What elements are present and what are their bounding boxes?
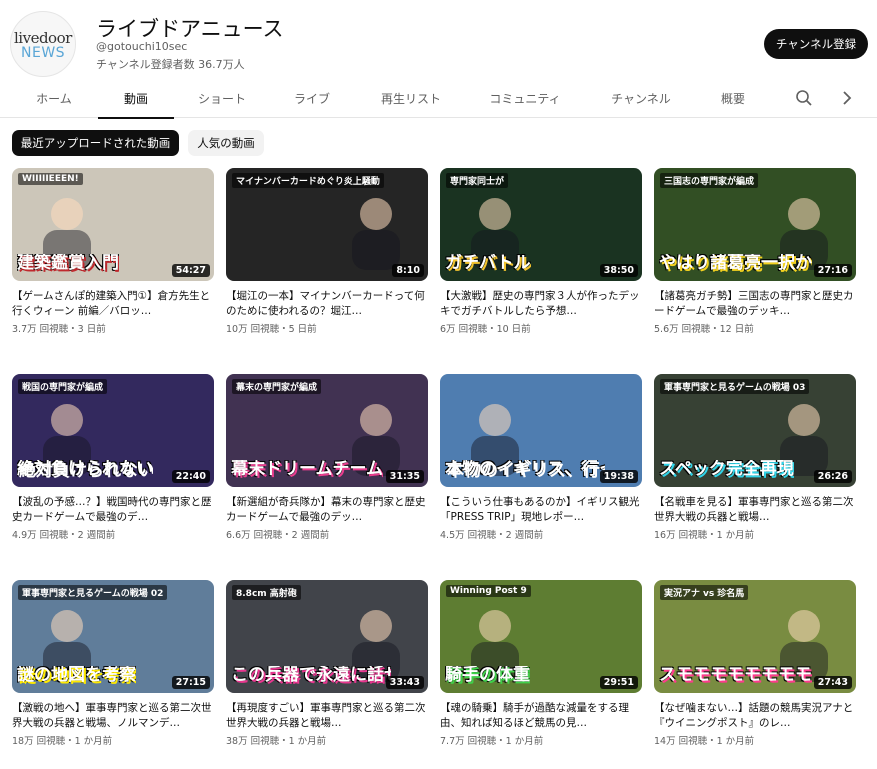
channel-header: livedoor NEWS ライブドアニュース @gotouchi10sec チ… (0, 0, 877, 77)
video-duration: 22:40 (171, 470, 210, 483)
thumbnail-headline: 謎の地図を考察 (17, 666, 136, 685)
thumbnail-caption: 実況アナ vs 珍名馬 (660, 585, 749, 600)
thumbnail-caption: マイナンバーカードめぐり炎上騒動 (232, 173, 384, 188)
video-thumbnail[interactable]: 軍事専門家と見るゲームの戦場 02 謎の地図を考察 27:15 (12, 580, 214, 693)
avatar-logo-line2: NEWS (21, 45, 66, 61)
video-metadata: 5.6万 回視聴・12 日前 (654, 324, 754, 335)
video-title[interactable]: 【波乱の予感…？】戦国時代の専門家と歴史カードゲームで最強のデ… (12, 495, 214, 525)
video-metadata: 16万 回視聴・1 か月前 (654, 530, 755, 541)
tab-videos[interactable]: 動画 (98, 78, 174, 119)
video-duration: 33:43 (385, 676, 424, 689)
video-thumbnail[interactable]: 実況アナ vs 珍名馬スモモモモモモモモ 27:43 (654, 580, 856, 693)
tab-home[interactable]: ホーム (18, 78, 90, 118)
video-title[interactable]: 【大激戦】歴史の専門家３人が作ったデッキでガチバトルしたら予想… (440, 289, 642, 319)
search-icon[interactable] (794, 88, 814, 108)
video-title[interactable]: 【名戦車を見る】軍事専門家と巡る第二次世界大戦の兵器と戦場… (654, 495, 856, 525)
thumbnail-caption: 8.8cm 高射砲 (232, 585, 301, 600)
video-duration: 19:38 (599, 470, 638, 483)
video-duration: 29:51 (599, 676, 638, 689)
thumbnail-caption: 三国志の専門家が編成 (660, 173, 759, 188)
video-title[interactable]: 【魂の騎乗】騎手が過酷な減量をする理由、知れば知るほど競馬の見… (440, 701, 642, 731)
video-thumbnail[interactable]: WIIIIIEEEN! 建築鑑賞入門 54:27 (12, 168, 214, 281)
video-thumbnail[interactable]: 戦国の専門家が編成絶対負けられない 22:40 (12, 374, 214, 487)
video-thumbnail[interactable]: 三国志の専門家が編成やはり諸葛亮一択か 27:16 (654, 168, 856, 281)
video-title[interactable]: 【ゲームさんぽ的建築入門①】倉方先生と行くウィーン 前編／バロッ… (12, 289, 214, 319)
video-metadata: 38万 回視聴・1 か月前 (226, 736, 327, 747)
video-metadata: 10万 回視聴・5 日前 (226, 324, 317, 335)
video-duration: 26:26 (813, 470, 852, 483)
thumbnail-headline: 絶対負けられない (17, 460, 153, 479)
video-duration: 54:27 (171, 264, 210, 277)
channel-handle: @gotouchi10sec (96, 40, 188, 53)
thumbnail-headline: スモモモモモモモモ (659, 666, 812, 685)
video-metadata: 18万 回視聴・1 か月前 (12, 736, 113, 747)
thumbnail-caption: 戦国の専門家が編成 (18, 379, 108, 394)
tab-shorts[interactable]: ショート (184, 78, 260, 118)
subscriber-count: チャンネル登録者数 36.7万人 (96, 58, 245, 71)
chip-recent-uploads[interactable]: 最近アップロードされた動画 (12, 130, 179, 156)
video-title[interactable]: 【なぜ噛まない…】話題の競馬実況アナと『ウイニングポスト』のレ… (654, 701, 856, 731)
video-thumbnail[interactable]: 幕末の専門家が編成幕末ドリームチーム 31:35 (226, 374, 428, 487)
video-title[interactable]: 【新選組が奇兵隊か】幕末の専門家と歴史カードゲームで最強のデッ… (226, 495, 428, 525)
tab-live[interactable]: ライブ (276, 78, 348, 118)
video-duration: 27:43 (813, 676, 852, 689)
video-title[interactable]: 【激戦の地へ】軍事専門家と巡る第二次世界大戦の兵器と戦場、ノルマンデ… (12, 701, 214, 731)
thumbnail-caption: 専門家同士が (446, 173, 509, 188)
thumbnail-headline: スペック完全再現 (659, 460, 794, 479)
chevron-right-icon[interactable] (837, 88, 857, 108)
video-thumbnail[interactable]: Winning Post 9 騎手の体重 29:51 (440, 580, 642, 693)
thumbnail-headline: 騎手の体重 (445, 666, 530, 685)
video-duration: 31:35 (385, 470, 424, 483)
video-duration: 38:50 (599, 264, 638, 277)
thumbnail-headline: 建築鑑賞入門 (17, 254, 119, 273)
channel-tabs: ホーム 動画 ショート ライブ 再生リスト コミュニティ チャンネル 概要 (0, 78, 877, 119)
tab-community[interactable]: コミュニティ (474, 78, 576, 118)
thumbnail-headline: 幕末ドリームチーム (231, 460, 383, 479)
video-metadata: 6.6万 回視聴・2 週間前 (226, 530, 330, 541)
video-metadata: 4.5万 回視聴・2 週間前 (440, 530, 544, 541)
video-duration: 27:15 (171, 676, 210, 689)
subscribe-button[interactable]: チャンネル登録 (764, 29, 868, 59)
tab-playlists[interactable]: 再生リスト (365, 78, 457, 118)
thumbnail-caption: Winning Post 9 (446, 585, 531, 597)
thumbnail-caption: 軍事専門家と見るゲームの戦場 02 (18, 585, 168, 600)
video-duration: 8:10 (392, 264, 424, 277)
tab-channels[interactable]: チャンネル (598, 78, 684, 118)
video-metadata: 4.9万 回視聴・2 週間前 (12, 530, 116, 541)
channel-avatar[interactable]: livedoor NEWS (10, 11, 76, 77)
video-metadata: 3.7万 回視聴・3 日前 (12, 324, 106, 335)
video-title[interactable]: 【こういう仕事もあるのか】イギリス観光「PRESS TRIP」現地レポー… (440, 495, 642, 525)
channel-title: ライブドアニュース (96, 17, 284, 41)
video-thumbnail[interactable]: マイナンバーカードめぐり炎上騒動 8:10 (226, 168, 428, 281)
thumbnail-caption: WIIIIIEEEN! (18, 173, 83, 185)
video-title[interactable]: 【再現度すごい】軍事専門家と巡る第二次世界大戦の兵器と戦場… (226, 701, 428, 731)
video-thumbnail[interactable]: 本物のイギリス、行って来ました。19:38 (440, 374, 642, 487)
video-metadata: 14万 回視聴・1 か月前 (654, 736, 755, 747)
thumbnail-headline: この兵器で永遠に話せる… (231, 666, 391, 685)
video-title[interactable]: 【堀江の一本】マイナンバーカードって何のために使われるの？堀江… (226, 289, 428, 319)
video-duration: 27:16 (813, 264, 852, 277)
thumbnail-caption: 軍事専門家と見るゲームの戦場 03 (660, 379, 810, 394)
video-metadata: 7.7万 回視聴・1 か月前 (440, 736, 544, 747)
chip-popular[interactable]: 人気の動画 (188, 130, 264, 156)
video-metadata: 6万 回視聴・10 日前 (440, 324, 531, 335)
thumbnail-headline: 本物のイギリス、行って来ました。 (445, 460, 605, 479)
thumbnail-headline: やはり諸葛亮一択か (659, 254, 812, 273)
video-thumbnail[interactable]: 軍事専門家と見るゲームの戦場 03 スペック完全再現 26:26 (654, 374, 856, 487)
thumbnail-caption: 幕末の専門家が編成 (232, 379, 322, 394)
video-title[interactable]: 【諸葛亮ガチ勢】三国志の専門家と歴史カードゲームで最強のデッキ… (654, 289, 856, 319)
video-thumbnail[interactable]: 専門家同士がガチバトル 38:50 (440, 168, 642, 281)
thumbnail-headline: ガチバトル (445, 254, 531, 273)
tab-about[interactable]: 概要 (704, 78, 762, 118)
video-thumbnail[interactable]: 8.8cm 高射砲この兵器で永遠に話せる…33:43 (226, 580, 428, 693)
